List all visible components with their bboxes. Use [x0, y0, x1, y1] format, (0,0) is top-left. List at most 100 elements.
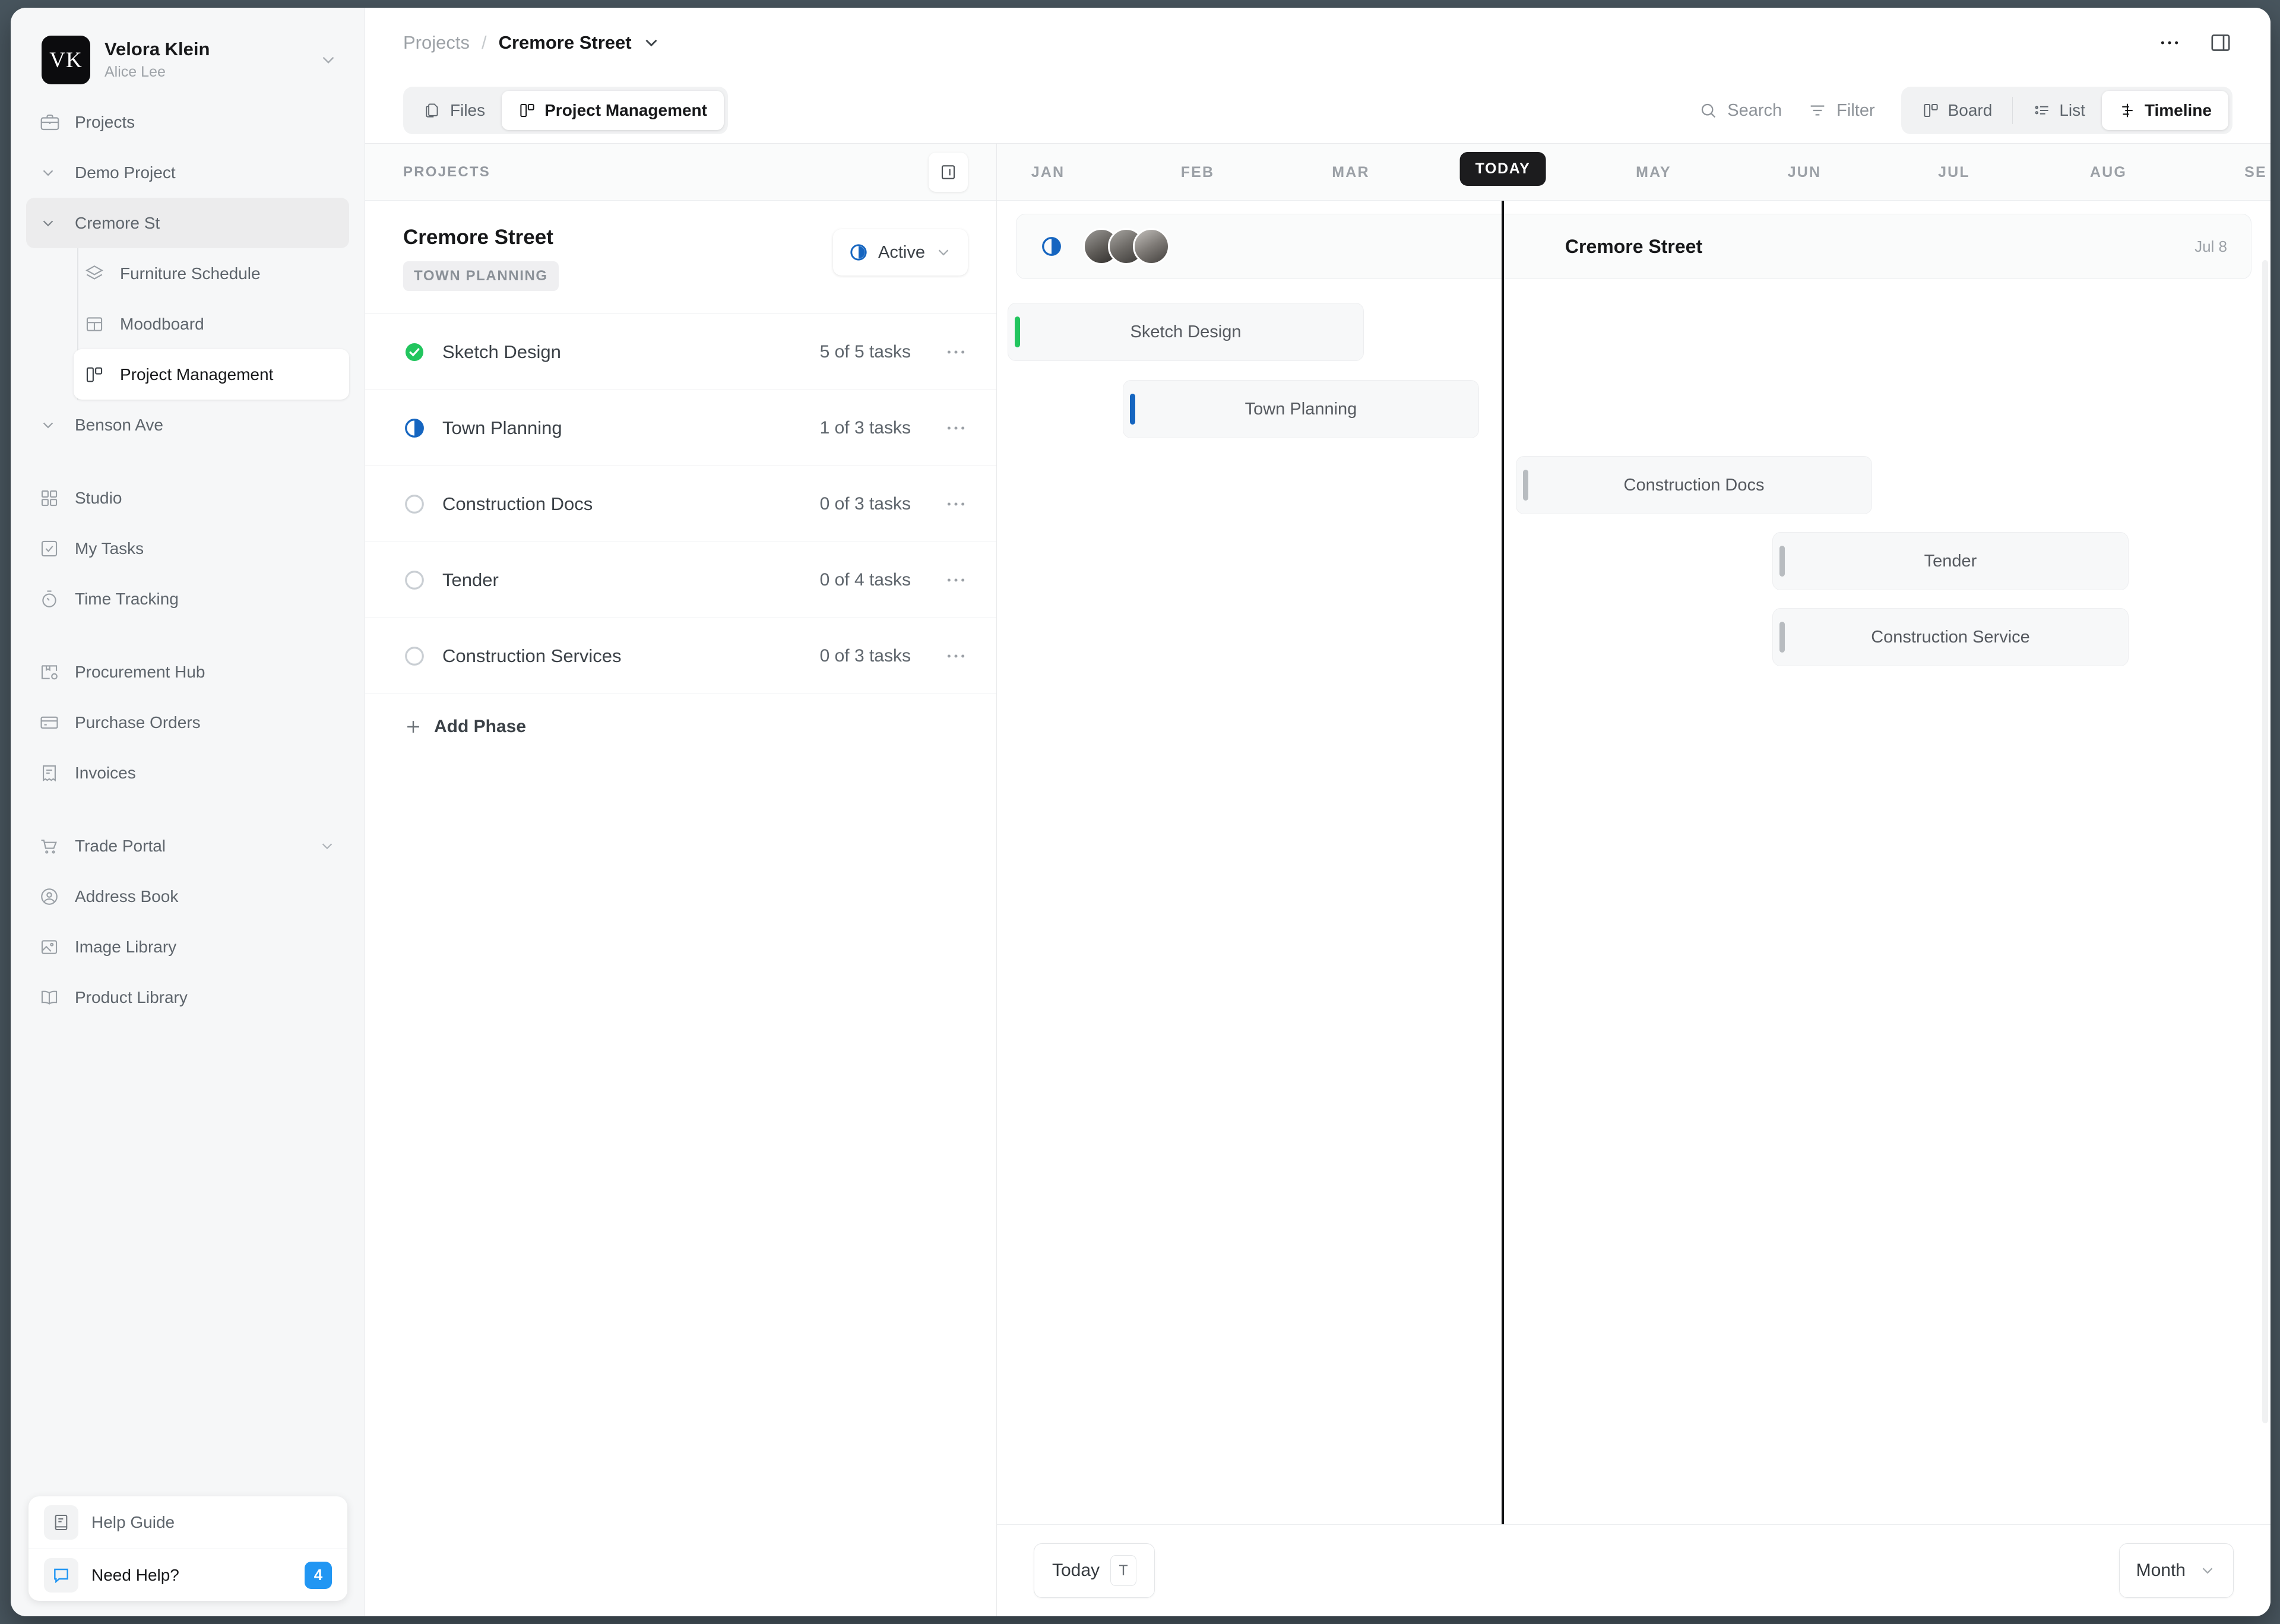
- topbar-actions: [2158, 31, 2232, 55]
- checkbox-icon: [39, 537, 66, 561]
- chevron-down-icon: [2199, 1562, 2216, 1579]
- row-more-icon[interactable]: [944, 492, 968, 516]
- table-row[interactable]: Tender 0 of 4 tasks: [365, 542, 996, 618]
- zoom-level-label: Month: [2136, 1560, 2186, 1580]
- gantt-bar-label: Town Planning: [1244, 399, 1357, 419]
- sidebar-item-image-library[interactable]: Image Library: [26, 922, 349, 972]
- timeline-project-bar[interactable]: Cremore Street Jul 8: [1016, 214, 2252, 279]
- kanban-icon: [1922, 102, 1940, 119]
- sidebar-item-project-management[interactable]: Project Management: [74, 349, 349, 400]
- sidebar-item-invoices[interactable]: Invoices: [26, 748, 349, 798]
- search-icon: [1699, 101, 1718, 120]
- avatar-group[interactable]: [1083, 228, 1170, 265]
- gantt-bar-town-planning[interactable]: Town Planning: [1123, 380, 1479, 438]
- avatar: [1133, 228, 1170, 265]
- row-more-icon[interactable]: [944, 340, 968, 364]
- stopwatch-icon: [39, 587, 66, 611]
- status-badge[interactable]: Active: [833, 229, 968, 276]
- add-phase-button[interactable]: Add Phase: [365, 694, 996, 759]
- gantt-accent: [1779, 546, 1785, 577]
- phase-task-count: 0 of 3 tasks: [819, 493, 911, 514]
- toggle-right-panel-icon[interactable]: [2209, 31, 2232, 55]
- briefcase-icon: [39, 110, 66, 134]
- row-more-icon[interactable]: [944, 568, 968, 592]
- timeline-month-label: JAN: [1031, 163, 1065, 181]
- need-help-button[interactable]: Need Help? 4: [28, 1549, 347, 1601]
- gantt-bar-construction-service[interactable]: Construction Service: [1772, 608, 2129, 666]
- sidebar-item-projects[interactable]: Projects: [26, 97, 349, 147]
- filter-button[interactable]: Filter: [1808, 101, 1875, 121]
- page-title: Cremore Street: [403, 226, 553, 249]
- book-icon: [39, 986, 66, 1009]
- sidebar-item-time-tracking[interactable]: Time Tracking: [26, 574, 349, 624]
- today-marker-pill: TODAY: [1459, 152, 1546, 186]
- project-summary-text: Cremore Street TOWN PLANNING: [403, 226, 833, 291]
- today-button-label: Today: [1052, 1560, 1100, 1580]
- phase-name: Construction Services: [442, 645, 622, 666]
- content-tabs: Files Project Management: [403, 87, 728, 134]
- timeline-month-label: MAR: [1332, 163, 1370, 181]
- workspace-switcher[interactable]: VK Velora Klein Alice Lee: [11, 8, 365, 84]
- view-list[interactable]: List: [2016, 91, 2102, 130]
- timeline-month-label: JUL: [1938, 163, 1970, 181]
- table-row[interactable]: Town Planning 1 of 3 tasks: [365, 390, 996, 466]
- view-timeline[interactable]: Timeline: [2101, 91, 2228, 130]
- zoom-level-select[interactable]: Month: [2118, 1543, 2234, 1598]
- sidebar-item-trade-portal[interactable]: Trade Portal: [26, 821, 349, 871]
- status-in-progress-icon: [1040, 235, 1063, 258]
- breadcrumb-root[interactable]: Projects: [403, 32, 470, 53]
- search-label: Search: [1727, 100, 1782, 120]
- search-button[interactable]: Search: [1699, 101, 1782, 121]
- sidebar-item-cremore-st[interactable]: Cremore St: [26, 198, 349, 248]
- sidebar-item-benson-ave[interactable]: Benson Ave: [26, 400, 349, 450]
- view-list-label: List: [2059, 101, 2085, 119]
- phase-name: Construction Docs: [442, 493, 593, 514]
- sidebar-item-product-library[interactable]: Product Library: [26, 972, 349, 1022]
- timeline-month-label: JUN: [1787, 163, 1822, 181]
- sidebar-item-my-tasks[interactable]: My Tasks: [26, 523, 349, 574]
- table-row[interactable]: Sketch Design 5 of 5 tasks: [365, 314, 996, 390]
- row-more-icon[interactable]: [944, 644, 968, 668]
- sidebar-item-furniture-schedule[interactable]: Furniture Schedule: [74, 248, 349, 299]
- timeline-body[interactable]: Cremore Street Jul 8 Sketch Design Town …: [997, 201, 2270, 1524]
- row-more-icon[interactable]: [944, 416, 968, 440]
- sidebar-item-studio[interactable]: Studio: [26, 473, 349, 523]
- help-guide-button[interactable]: Help Guide: [28, 1496, 347, 1549]
- need-help-badge: 4: [305, 1561, 332, 1589]
- sidebar-item-label: Cremore St: [75, 213, 160, 232]
- gantt-bar-construction-docs[interactable]: Construction Docs: [1516, 456, 1872, 514]
- sidebar-item-label: Projects: [75, 112, 135, 131]
- today-button[interactable]: Today T: [1034, 1543, 1155, 1598]
- sidebar-item-purchase-orders[interactable]: Purchase Orders: [26, 697, 349, 748]
- table-row[interactable]: Construction Services 0 of 3 tasks: [365, 618, 996, 694]
- sidebar-item-demo-project[interactable]: Demo Project: [26, 147, 349, 198]
- sidebar-item-procurement-hub[interactable]: Procurement Hub: [26, 647, 349, 697]
- tab-project-management[interactable]: Project Management: [502, 91, 724, 130]
- gantt-accent: [1130, 394, 1135, 425]
- profile-subtitle: Alice Lee: [104, 63, 166, 80]
- sidebar-nav: Projects Demo Project Cremore St Furnitu…: [11, 97, 365, 1022]
- chevron-down-icon[interactable]: [318, 837, 336, 855]
- tab-files[interactable]: Files: [407, 91, 502, 130]
- table-row[interactable]: Construction Docs 0 of 3 tasks: [365, 466, 996, 542]
- timeline-project-name: Cremore Street: [1565, 235, 1703, 257]
- phase-name: Tender: [442, 569, 499, 590]
- status-not-started-icon: [403, 493, 426, 515]
- status-complete-icon: [403, 341, 426, 363]
- vertical-scrollbar[interactable]: [2262, 260, 2268, 1423]
- gantt-bar-sketch-design[interactable]: Sketch Design: [1008, 303, 1364, 361]
- workspace-avatar: VK: [42, 36, 90, 84]
- sidebar-item-moodboard[interactable]: Moodboard: [74, 299, 349, 349]
- phase-task-count: 1 of 3 tasks: [819, 417, 911, 438]
- timeline-icon: [2118, 102, 2136, 119]
- chevron-down-icon[interactable]: [641, 33, 661, 53]
- profile-text: Velora Klein Alice Lee: [104, 38, 318, 83]
- more-options-icon[interactable]: [2158, 31, 2181, 55]
- collapse-panel-icon[interactable]: [929, 152, 968, 192]
- view-board[interactable]: Board: [1905, 91, 2009, 130]
- gantt-bar-tender[interactable]: Tender: [1772, 532, 2129, 590]
- breadcrumb: Projects / Cremore Street: [403, 8, 2232, 78]
- status-label: Active: [878, 242, 925, 262]
- sidebar-item-address-book[interactable]: Address Book: [26, 871, 349, 922]
- chevron-down-icon[interactable]: [318, 50, 338, 70]
